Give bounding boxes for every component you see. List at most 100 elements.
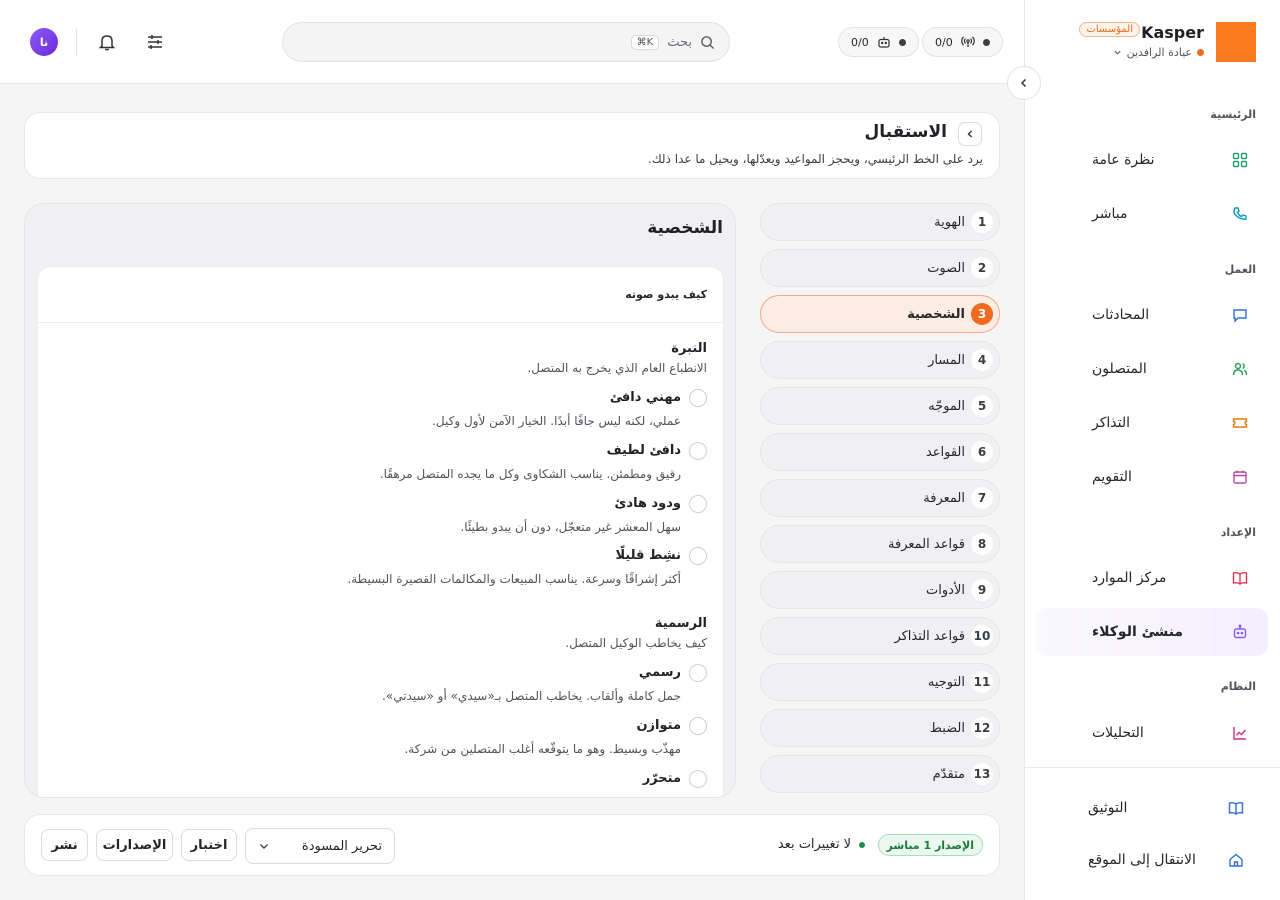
publish-button[interactable]: نشر bbox=[41, 829, 88, 861]
step-number: 9 bbox=[971, 579, 993, 601]
step-label: الموجّه bbox=[928, 398, 965, 414]
page-title: الاستقبال bbox=[864, 122, 947, 142]
radio-button[interactable] bbox=[689, 389, 707, 407]
step-number: 3 bbox=[971, 303, 993, 325]
step-identity[interactable]: 1 الهوية bbox=[760, 203, 1000, 241]
step-rules[interactable]: 6 القواعد bbox=[760, 433, 1000, 471]
step-tools[interactable]: 9 الأدوات bbox=[760, 571, 1000, 609]
brand-logo bbox=[1216, 22, 1256, 62]
step-knowledge[interactable]: 7 المعرفة bbox=[760, 479, 1000, 517]
chevron-down-icon bbox=[258, 840, 270, 852]
status-dot bbox=[898, 38, 906, 46]
brand[interactable]: Kasper المؤسسات عيادة الرافدين bbox=[1039, 22, 1256, 62]
radio-button[interactable] bbox=[689, 547, 707, 565]
radio-button[interactable] bbox=[689, 770, 707, 788]
sidebar-item-label: الانتقال إلى الموقع bbox=[1088, 852, 1196, 868]
mode-select[interactable]: تحرير المسودة bbox=[245, 828, 395, 864]
bot-icon bbox=[1231, 623, 1249, 641]
option-description: عملي، لكنه ليس جافًا أبدًا. الخيار الآمن… bbox=[432, 414, 681, 428]
step-number: 11 bbox=[971, 671, 993, 693]
radio-button[interactable] bbox=[689, 717, 707, 735]
step-voice[interactable]: 2 الصوت bbox=[760, 249, 1000, 287]
step-number: 13 bbox=[971, 763, 993, 785]
back-button[interactable] bbox=[958, 122, 982, 146]
sidebar-item-conversations[interactable]: المحادثات bbox=[1036, 291, 1268, 339]
step-knowledge-bases[interactable]: 8 قواعد المعرفة bbox=[760, 525, 1000, 563]
step-label: الضبط bbox=[929, 720, 965, 736]
card-subtitle: كيف يبدو صوته bbox=[625, 288, 707, 301]
sidebar-item-label: التقويم bbox=[1092, 469, 1132, 485]
sidebar-item-resources[interactable]: مركز الموارد bbox=[1036, 554, 1268, 602]
step-routing[interactable]: 11 التوجيه bbox=[760, 663, 1000, 701]
home-icon bbox=[1227, 851, 1245, 869]
active-bots-stat[interactable]: 0/0 bbox=[838, 27, 919, 57]
chevron-left-icon bbox=[1018, 77, 1030, 89]
option-description: مهذّب وبسيط. وهو ما يتوقّعه أغلب المتصلي… bbox=[404, 742, 681, 756]
option-description: سهل المعشر غير متعجّل، دون أن يبدو بطيئً… bbox=[460, 520, 681, 534]
sidebar-item-tickets[interactable]: التذاكر bbox=[1036, 399, 1268, 447]
page-description: يرد على الخط الرئيسي، ويحجز المواعيد ويع… bbox=[648, 152, 983, 166]
sidebar-item-label: مباشر bbox=[1092, 206, 1128, 222]
step-ticket-rules[interactable]: 10 قواعد التذاكر bbox=[760, 617, 1000, 655]
option-description: جمل كاملة وألقاب. يخاطب المتصل بـ«سيدي» … bbox=[382, 689, 681, 703]
step-label: متقدّم bbox=[932, 766, 965, 782]
step-label: التوجيه bbox=[927, 674, 965, 690]
bell-icon[interactable] bbox=[95, 30, 119, 54]
step-label: قواعد التذاكر bbox=[894, 628, 965, 644]
sidebar-item-label: التذاكر bbox=[1092, 415, 1131, 431]
divider bbox=[38, 322, 723, 323]
versions-button[interactable]: الإصدارات bbox=[96, 829, 173, 861]
docs-icon bbox=[1227, 799, 1245, 817]
radio-button[interactable] bbox=[689, 442, 707, 460]
step-tuning[interactable]: 12 الضبط bbox=[760, 709, 1000, 747]
formality-title: الرسمية bbox=[654, 616, 707, 631]
search-input[interactable]: بحث ⌘K bbox=[282, 22, 730, 62]
test-button[interactable]: اختبار bbox=[181, 829, 237, 861]
option-description: أكثر إشراقًا وسرعة. يناسب المبيعات والمك… bbox=[347, 572, 681, 586]
step-label: القواعد bbox=[925, 444, 965, 460]
step-prompt[interactable]: 5 الموجّه bbox=[760, 387, 1000, 425]
option-label: نشِط قليلًا bbox=[615, 548, 681, 563]
formality-description: كيف يخاطب الوكيل المتصل. bbox=[565, 636, 707, 650]
step-label: المعرفة bbox=[923, 490, 965, 506]
step-flow[interactable]: 4 المسار bbox=[760, 341, 1000, 379]
step-advanced[interactable]: 13 متقدّم bbox=[760, 755, 1000, 793]
step-label: المسار bbox=[928, 352, 965, 368]
page-header-card: الاستقبال يرد على الخط الرئيسي، ويحجز ال… bbox=[24, 112, 1000, 179]
radio-button[interactable] bbox=[689, 495, 707, 513]
step-number: 1 bbox=[971, 211, 993, 233]
search-placeholder: بحث bbox=[667, 34, 692, 50]
calendar-icon bbox=[1231, 468, 1249, 486]
search-icon bbox=[700, 35, 715, 50]
step-label: الهوية bbox=[934, 214, 965, 230]
sidebar-item-calendar[interactable]: التقويم bbox=[1036, 453, 1268, 501]
sidebar-item-callers[interactable]: المتصلون bbox=[1036, 345, 1268, 393]
radio-button[interactable] bbox=[689, 664, 707, 682]
chevron-down-icon bbox=[1113, 48, 1122, 57]
sidebar-item-overview[interactable]: نظرة عامة bbox=[1036, 136, 1268, 184]
step-label: الصوت bbox=[927, 260, 965, 276]
step-persona[interactable]: 3 الشخصية bbox=[760, 295, 1000, 333]
clinic-switcher[interactable]: عيادة الرافدين bbox=[1113, 46, 1204, 59]
collapse-sidebar-button[interactable] bbox=[1007, 66, 1041, 100]
step-number: 2 bbox=[971, 257, 993, 279]
live-calls-stat[interactable]: 0/0 bbox=[922, 27, 1003, 57]
step-label: قواعد المعرفة bbox=[888, 536, 965, 552]
step-number: 7 bbox=[971, 487, 993, 509]
option-label: متوازن bbox=[636, 718, 681, 733]
step-number: 8 bbox=[971, 533, 993, 555]
step-number: 10 bbox=[971, 625, 993, 647]
filters-icon[interactable] bbox=[143, 30, 167, 54]
option-label: دافئ لطيف bbox=[606, 443, 681, 458]
sidebar-item-go-to-site[interactable]: الانتقال إلى الموقع bbox=[1032, 836, 1264, 884]
book-icon bbox=[1231, 569, 1249, 587]
sidebar-item-label: المحادثات bbox=[1092, 307, 1150, 323]
sidebar-item-analytics[interactable]: التحليلات bbox=[1036, 709, 1268, 757]
sidebar-item-agent-builder[interactable]: منشئ الوكلاء bbox=[1036, 608, 1268, 656]
option-label: ودود هادئ bbox=[614, 496, 681, 511]
plan-badge: المؤسسات bbox=[1079, 22, 1140, 37]
avatar[interactable]: نا bbox=[30, 28, 58, 56]
active-bots-count: 0/0 bbox=[851, 35, 869, 49]
sidebar-item-docs[interactable]: التوثيق bbox=[1032, 784, 1264, 832]
sidebar-item-live[interactable]: مباشر bbox=[1036, 190, 1268, 238]
